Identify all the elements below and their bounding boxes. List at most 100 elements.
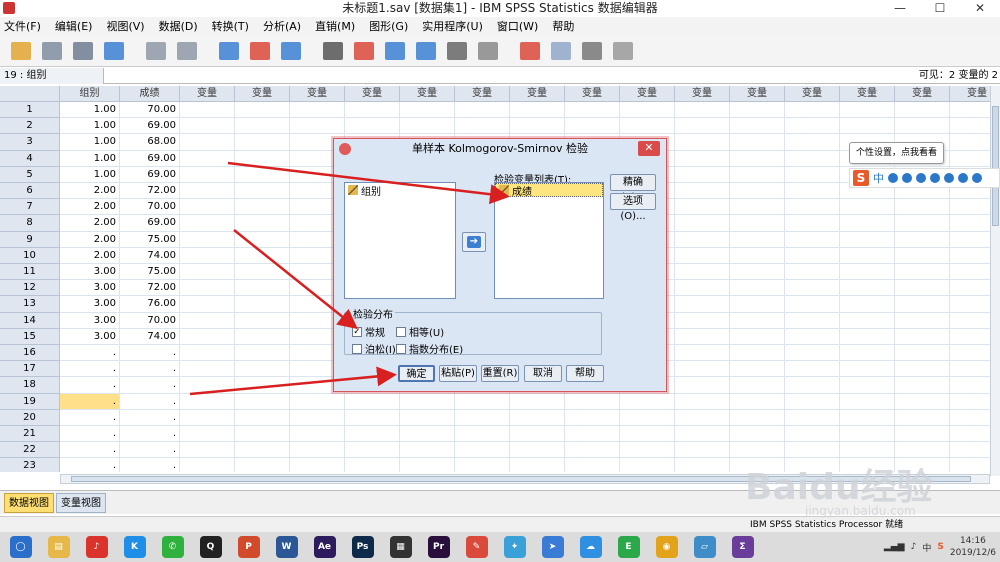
exponential-checkbox[interactable]: 指数分布(E) bbox=[396, 341, 463, 356]
table-cell-empty[interactable] bbox=[730, 247, 785, 264]
table-cell-empty[interactable] bbox=[895, 231, 950, 248]
menu-item[interactable]: 编辑(E) bbox=[55, 18, 93, 34]
table-cell-empty[interactable] bbox=[620, 458, 675, 472]
variables-button[interactable] bbox=[278, 39, 304, 63]
table-cell-empty[interactable] bbox=[840, 102, 895, 119]
table-cell-empty[interactable] bbox=[785, 183, 840, 200]
table-cell-empty[interactable] bbox=[235, 199, 290, 216]
table-cell[interactable]: 68.00 bbox=[120, 134, 180, 151]
table-cell-empty[interactable] bbox=[235, 102, 290, 119]
table-cell-empty[interactable] bbox=[180, 280, 235, 297]
table-cell-empty[interactable] bbox=[290, 442, 345, 459]
row-header[interactable]: 16 bbox=[0, 345, 60, 362]
table-cell-empty[interactable] bbox=[510, 393, 565, 410]
table-cell-empty[interactable] bbox=[785, 426, 840, 443]
taskbar-app-button[interactable]: P bbox=[232, 533, 265, 561]
column-header-empty[interactable]: 变量 bbox=[675, 86, 730, 102]
row-header[interactable]: 21 bbox=[0, 426, 60, 443]
table-cell-empty[interactable] bbox=[730, 150, 785, 167]
table-cell-empty[interactable] bbox=[675, 215, 730, 232]
taskbar-app-button[interactable]: Σ bbox=[726, 533, 759, 561]
table-cell-empty[interactable] bbox=[895, 296, 950, 313]
table-cell-empty[interactable] bbox=[180, 118, 235, 135]
table-cell-empty[interactable] bbox=[840, 377, 895, 394]
list-item[interactable]: 成绩 bbox=[495, 183, 603, 198]
row-header[interactable]: 19 bbox=[0, 393, 60, 410]
table-cell-empty[interactable] bbox=[730, 264, 785, 281]
table-cell-empty[interactable] bbox=[235, 393, 290, 410]
table-cell-empty[interactable] bbox=[235, 409, 290, 426]
value-labels-button[interactable] bbox=[517, 39, 543, 63]
table-cell-empty[interactable] bbox=[400, 458, 455, 472]
table-cell-empty[interactable] bbox=[565, 102, 620, 119]
table-cell-empty[interactable] bbox=[895, 426, 950, 443]
table-cell[interactable]: . bbox=[60, 345, 120, 362]
test-variable-list[interactable]: 成绩 bbox=[494, 182, 604, 299]
table-cell-empty[interactable] bbox=[730, 118, 785, 135]
ok-button[interactable]: 确定 bbox=[398, 365, 435, 382]
table-cell-empty[interactable] bbox=[785, 118, 840, 135]
table-cell[interactable]: . bbox=[120, 458, 180, 472]
table-cell-empty[interactable] bbox=[455, 393, 510, 410]
column-header-empty[interactable]: 变量 bbox=[895, 86, 950, 102]
taskbar-app-button[interactable]: K bbox=[118, 533, 151, 561]
table-cell-empty[interactable] bbox=[730, 102, 785, 119]
taskbar-app-button[interactable]: W bbox=[270, 533, 303, 561]
column-header-empty[interactable]: 变量 bbox=[180, 86, 235, 102]
row-header[interactable]: 18 bbox=[0, 377, 60, 394]
table-cell-empty[interactable] bbox=[235, 231, 290, 248]
table-cell-empty[interactable] bbox=[345, 393, 400, 410]
column-header[interactable]: 成绩 bbox=[120, 86, 180, 102]
reset-button[interactable]: 重置(R) bbox=[481, 365, 519, 382]
table-cell-empty[interactable] bbox=[235, 442, 290, 459]
ime-toolbox-icon[interactable] bbox=[972, 173, 982, 183]
ime-voice-icon[interactable] bbox=[916, 173, 926, 183]
table-cell-empty[interactable] bbox=[180, 442, 235, 459]
column-header-empty[interactable]: 变量 bbox=[345, 86, 400, 102]
table-cell[interactable]: 3.00 bbox=[60, 264, 120, 281]
table-cell-empty[interactable] bbox=[510, 409, 565, 426]
table-cell-empty[interactable] bbox=[345, 426, 400, 443]
table-cell-empty[interactable] bbox=[675, 231, 730, 248]
table-cell-empty[interactable] bbox=[895, 393, 950, 410]
find-button[interactable] bbox=[320, 39, 346, 63]
table-cell-empty[interactable] bbox=[565, 442, 620, 459]
table-cell[interactable]: . bbox=[120, 409, 180, 426]
sogou-tray-icon[interactable]: S bbox=[937, 542, 943, 552]
table-cell-empty[interactable] bbox=[895, 215, 950, 232]
table-cell-empty[interactable] bbox=[730, 377, 785, 394]
menu-item[interactable]: 窗口(W) bbox=[497, 18, 538, 34]
table-cell-empty[interactable] bbox=[785, 393, 840, 410]
table-cell-empty[interactable] bbox=[235, 361, 290, 378]
table-cell-empty[interactable] bbox=[730, 296, 785, 313]
table-cell-empty[interactable] bbox=[895, 118, 950, 135]
table-cell-empty[interactable] bbox=[895, 409, 950, 426]
table-cell-empty[interactable] bbox=[730, 409, 785, 426]
taskbar-app-button[interactable]: ✎ bbox=[460, 533, 493, 561]
table-cell-empty[interactable] bbox=[840, 231, 895, 248]
table-cell-empty[interactable] bbox=[785, 264, 840, 281]
table-cell-empty[interactable] bbox=[290, 102, 345, 119]
taskbar-app-button[interactable]: ✦ bbox=[498, 533, 531, 561]
table-cell-empty[interactable] bbox=[290, 458, 345, 472]
table-cell-empty[interactable] bbox=[565, 426, 620, 443]
table-cell[interactable]: 69.00 bbox=[120, 215, 180, 232]
table-cell-empty[interactable] bbox=[895, 442, 950, 459]
column-header-empty[interactable]: 变量 bbox=[290, 86, 345, 102]
column-header-empty[interactable]: 变量 bbox=[510, 86, 565, 102]
table-cell-empty[interactable] bbox=[180, 102, 235, 119]
table-cell-empty[interactable] bbox=[565, 458, 620, 472]
column-header-empty[interactable]: 变量 bbox=[730, 86, 785, 102]
taskbar-app-button[interactable]: ▦ bbox=[384, 533, 417, 561]
table-cell[interactable]: . bbox=[60, 458, 120, 472]
open-button[interactable] bbox=[8, 39, 34, 63]
cancel-button[interactable]: 取消 bbox=[524, 365, 562, 382]
row-header[interactable]: 23 bbox=[0, 458, 60, 472]
table-cell-empty[interactable] bbox=[180, 458, 235, 472]
table-cell-empty[interactable] bbox=[785, 442, 840, 459]
table-cell-empty[interactable] bbox=[235, 296, 290, 313]
menu-item[interactable]: 帮助 bbox=[552, 18, 574, 34]
ime-keyboard-icon[interactable] bbox=[930, 173, 940, 183]
table-cell[interactable]: 1.00 bbox=[60, 166, 120, 183]
table-cell[interactable]: . bbox=[120, 426, 180, 443]
